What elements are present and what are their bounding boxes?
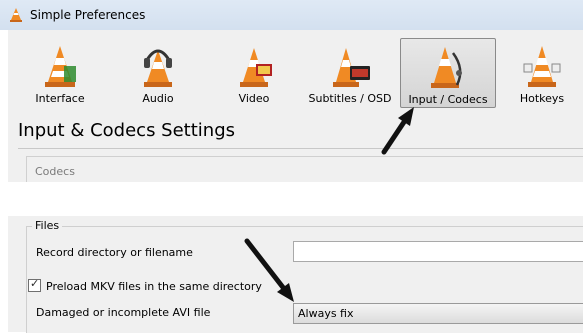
- hidden-content-band: [8, 182, 583, 216]
- tab-audio-label: Audio: [142, 92, 174, 105]
- preload-mkv-checkbox[interactable]: ✓: [28, 277, 41, 292]
- codecs-group-label: Codecs: [35, 165, 75, 178]
- video-icon: [240, 48, 272, 87]
- tab-video[interactable]: Video: [208, 38, 300, 106]
- record-directory-input[interactable]: [293, 241, 583, 262]
- tab-hotkeys[interactable]: Hotkeys: [496, 38, 583, 106]
- record-directory-label: Record directory or filename: [36, 246, 193, 259]
- interface-icon: [45, 46, 76, 87]
- page-title: Input & Codecs Settings: [18, 120, 235, 141]
- tab-audio[interactable]: Audio: [112, 38, 204, 106]
- tab-video-label: Video: [238, 92, 270, 105]
- damaged-avi-select[interactable]: Always fix: [293, 303, 583, 324]
- tab-input-codecs[interactable]: Input / Codecs: [400, 38, 496, 108]
- title-divider: [18, 148, 583, 149]
- tab-input-codecs-label: Input / Codecs: [408, 93, 488, 106]
- tab-interface[interactable]: Interface: [14, 38, 106, 106]
- tab-hotkeys-label: Hotkeys: [519, 92, 565, 105]
- audio-icon: [144, 49, 172, 87]
- hotkeys-icon: [523, 46, 561, 87]
- window-title: Simple Preferences: [30, 8, 146, 22]
- title-bar: Simple Preferences: [0, 0, 583, 30]
- preload-mkv-label: Preload MKV files in the same directory: [46, 280, 262, 293]
- subtitles-icon: [333, 48, 370, 87]
- damaged-avi-select-value: Always fix: [298, 307, 354, 320]
- tab-subtitles-osd[interactable]: Subtitles / OSD: [304, 38, 396, 106]
- vlc-cone-icon: [10, 8, 22, 22]
- files-group-label: Files: [32, 219, 63, 232]
- preferences-panel: Interface Audio Video Subtitles / OSD In…: [8, 30, 583, 333]
- tab-interface-label: Interface: [35, 92, 85, 105]
- category-toolbar: Interface Audio Video Subtitles / OSD In…: [8, 30, 583, 110]
- damaged-avi-label: Damaged or incomplete AVI file: [36, 306, 211, 319]
- tab-subtitles-osd-label: Subtitles / OSD: [308, 92, 392, 105]
- codecs-group: Codecs: [26, 156, 583, 185]
- input-codecs-icon: [431, 47, 462, 88]
- checkmark-icon: ✓: [30, 277, 40, 290]
